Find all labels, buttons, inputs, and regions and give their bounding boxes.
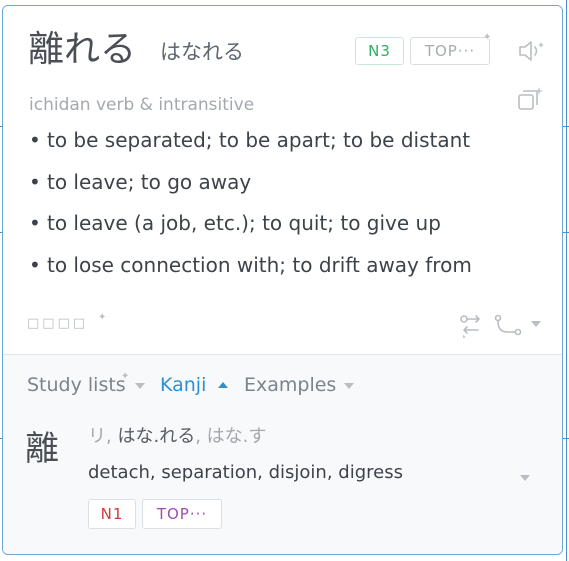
placeholder-squares: □□□□ (27, 316, 89, 331)
headword[interactable]: 離れる (28, 28, 136, 72)
chevron-down-icon[interactable] (520, 475, 530, 481)
kanji-character[interactable]: 離 (25, 429, 59, 469)
kanji-frequency-tag: TOP··· (142, 499, 222, 529)
kanji-jlpt-tag: N1 (88, 499, 136, 529)
kanji-meaning: detach, separation, disjoin, digress (88, 462, 403, 483)
chevron-down-icon[interactable] (135, 383, 145, 389)
part-of-speech: ichidan verb & intransitive (29, 95, 255, 115)
sparkle-icon: ✦ (121, 371, 130, 382)
tab-study-lists[interactable]: Study lists (27, 371, 126, 399)
bullet: • (29, 211, 41, 235)
backdrop-line (566, 0, 567, 561)
kun-reading: はな.れる (117, 426, 196, 447)
on-reading: リ (88, 426, 106, 447)
reading-separator: , (106, 426, 112, 447)
dictionary-popup: 離れる はなれる N3 TOP··· ✦ ichidan verb & intr… (2, 5, 563, 555)
tab-label: Kanji (160, 374, 207, 396)
gloss-list: • to be separated; to be apart; to be dis… (29, 128, 519, 294)
convert-icon[interactable] (458, 312, 484, 338)
kanji-readings: リ, はな.れる, はな.す (88, 425, 266, 449)
jlpt-tag: N3 (355, 37, 404, 65)
gloss-text: to be separated; to be apart; to be dist… (47, 128, 471, 152)
bullet: • (29, 252, 41, 277)
reading-separator: , (195, 426, 201, 447)
speaker-icon[interactable] (516, 37, 546, 65)
details-footer: Study lists ✦ Kanji Examples 離 リ, はな.れる,… (3, 354, 562, 554)
gloss-item: • to leave (a job, etc.); to quit; to giv… (29, 211, 519, 253)
frequency-tag: TOP··· (410, 37, 490, 65)
anki-add-icon[interactable] (515, 85, 545, 115)
gloss-text: to leave (a job, etc.); to quit; to give… (47, 211, 441, 235)
bullet: • (29, 128, 41, 152)
bullet: • (29, 169, 41, 194)
sparkle-icon: ✦ (98, 312, 107, 323)
sparkle-icon: ✦ (483, 32, 492, 43)
gloss-item: • to be separated; to be apart; to be dis… (29, 128, 519, 170)
gloss-item: • to leave; to go away (29, 170, 519, 212)
reading[interactable]: はなれる (160, 39, 244, 65)
chevron-up-icon[interactable] (218, 382, 228, 388)
tab-label: Examples (244, 374, 337, 396)
chevron-down-icon[interactable] (530, 319, 542, 329)
path-icon[interactable] (493, 312, 523, 338)
gloss-text: to lose connection with; to drift away f… (47, 252, 472, 277)
word-entry: 離れる はなれる N3 TOP··· ✦ ichidan verb & intr… (3, 6, 562, 354)
gloss-text: to leave; to go away (47, 169, 252, 194)
chevron-down-icon[interactable] (344, 383, 354, 389)
kun-reading: はな.す (206, 426, 267, 447)
gloss-item: • to lose connection with; to drift away … (29, 253, 519, 295)
tab-examples[interactable]: Examples (244, 371, 336, 399)
tab-kanji[interactable]: Kanji (160, 371, 206, 399)
tab-label: Study lists (27, 374, 126, 396)
